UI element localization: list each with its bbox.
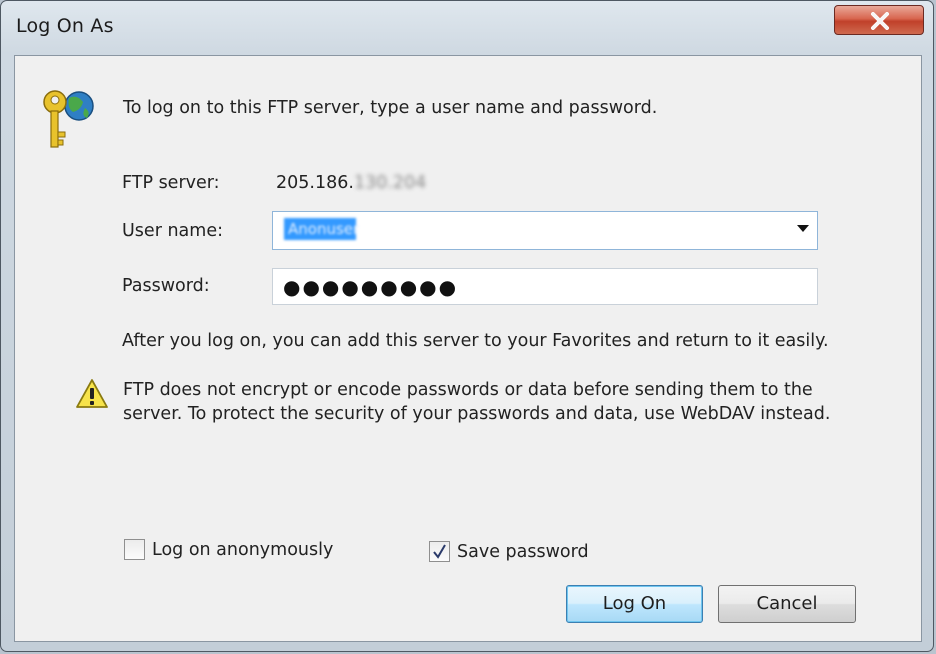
ftp-server-label: FTP server: (122, 173, 220, 193)
anonymous-checkbox[interactable] (124, 539, 145, 560)
log-on-button[interactable]: Log On (566, 585, 703, 623)
intro-text: To log on to this FTP server, type a use… (123, 98, 658, 118)
close-icon (871, 12, 889, 30)
checkmark-icon (433, 544, 446, 559)
username-combobox[interactable]: Anonuser (272, 211, 818, 250)
ftp-server-address: 205.186. (276, 173, 354, 193)
password-field[interactable]: ●●●●●●●●● (272, 268, 818, 305)
username-label: User name: (122, 221, 223, 241)
cancel-button[interactable]: Cancel (718, 585, 856, 623)
warning-text-line2: server. To protect the security of your … (123, 404, 831, 424)
password-masked-value: ●●●●●●●●● (283, 275, 459, 299)
anonymous-label[interactable]: Log on anonymously (152, 540, 333, 560)
password-label: Password: (122, 276, 210, 296)
save-password-label[interactable]: Save password (457, 542, 589, 562)
username-value: Anonuser (284, 218, 359, 240)
warning-icon (76, 379, 108, 408)
ftp-server-address-redacted: 130.204 (353, 173, 427, 193)
ftp-key-icon (43, 90, 94, 148)
warning-text-line1: FTP does not encrypt or encode passwords… (123, 380, 813, 400)
dropdown-arrow-icon[interactable] (797, 225, 809, 232)
ftp-server-value: 205.186.130.204 (276, 173, 426, 193)
dialog-window: Log On As To log on to this FTP server, … (0, 0, 934, 652)
save-password-checkbox[interactable] (429, 541, 450, 562)
close-button[interactable] (834, 5, 924, 35)
window-title: Log On As (16, 15, 114, 37)
dialog-body: To log on to this FTP server, type a use… (14, 55, 922, 642)
favorites-info-text: After you log on, you can add this serve… (122, 331, 829, 351)
